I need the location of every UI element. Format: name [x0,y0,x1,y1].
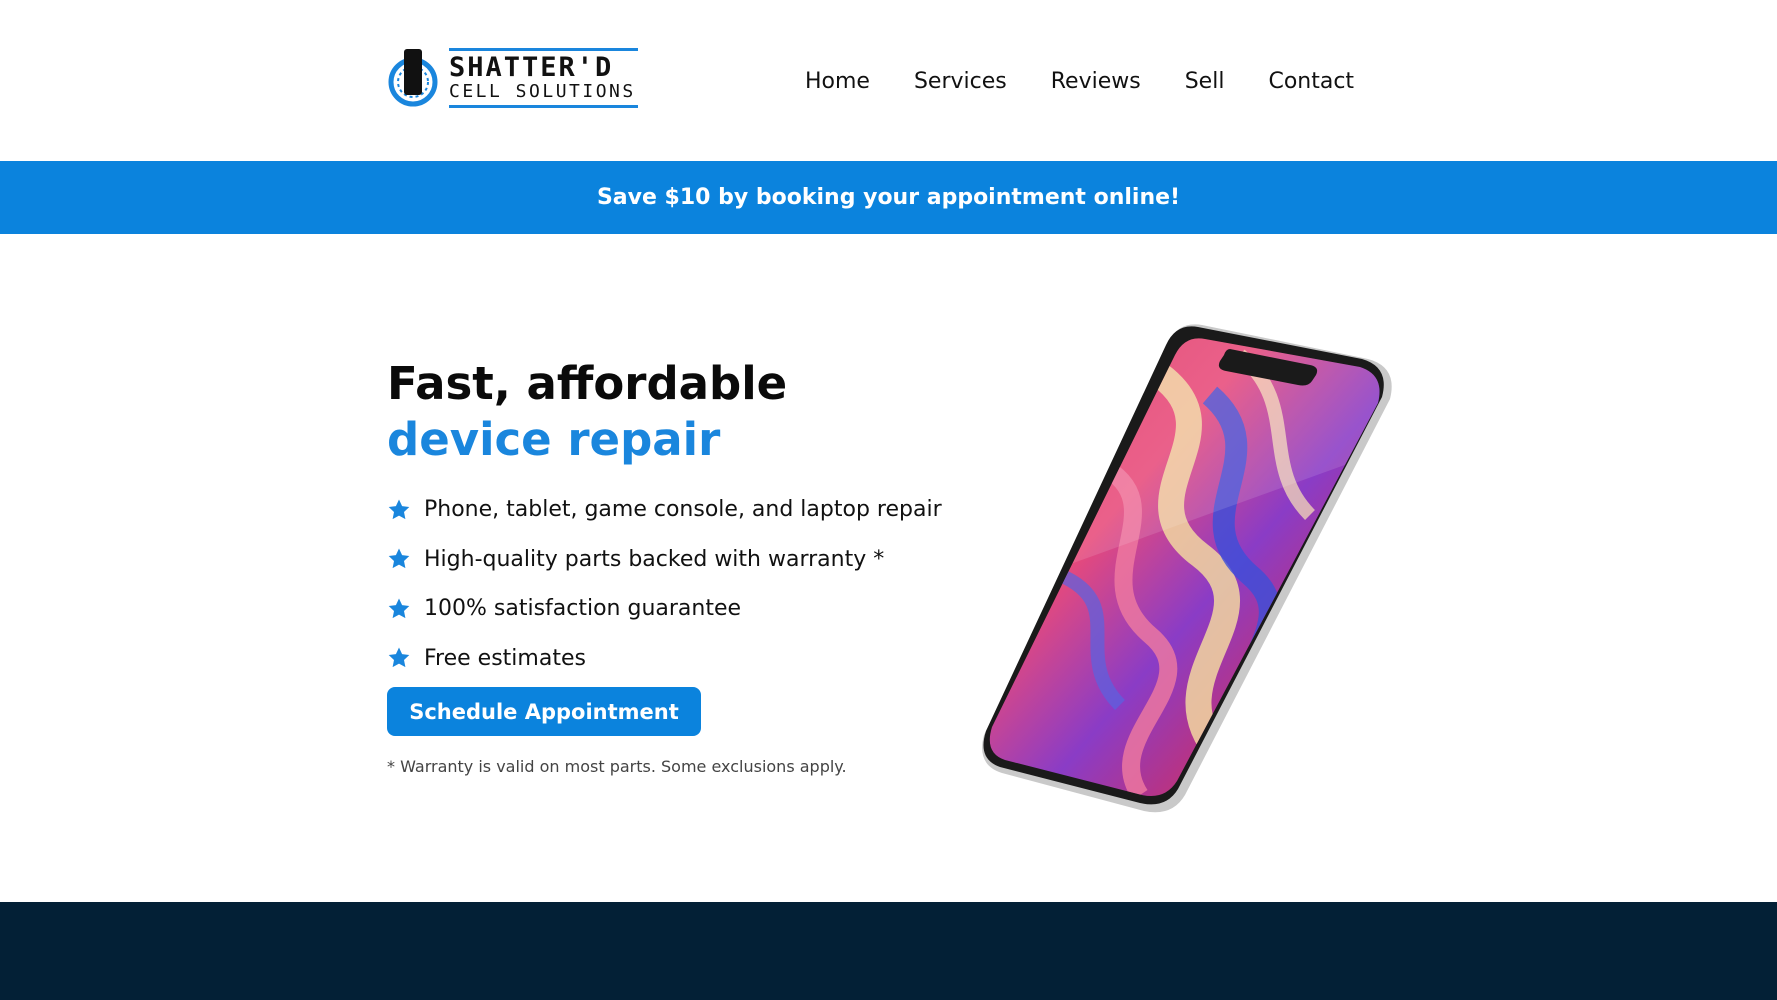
phone-illustration [980,315,1410,815]
nav-home[interactable]: Home [805,62,870,102]
hero-title-line2: device repair [387,413,721,466]
star-icon [388,548,410,569]
nav-sell[interactable]: Sell [1185,62,1225,102]
star-icon [388,598,410,618]
brand-name-line1: SHATTER'D [449,51,614,83]
brand-name-line2: CELL SOLUTIONS [449,80,636,102]
feature-text: Free estimates [424,645,586,671]
feature-text: High-quality parts backed with warranty … [424,546,885,572]
nav-contact[interactable]: Contact [1268,62,1354,102]
phone-logo-icon [387,46,439,110]
main-nav: Home Services Reviews Sell Contact [805,62,1354,102]
schedule-appointment-button[interactable]: Schedule Appointment [387,687,701,736]
warranty-disclaimer: * Warranty is valid on most parts. Some … [387,757,847,776]
site-header: SHATTER'D CELL SOLUTIONS Home Services R… [0,0,1777,161]
promo-banner: Save $10 by booking your appointment onl… [0,161,1777,234]
nav-services[interactable]: Services [914,62,1007,102]
feature-text: 100% satisfaction guarantee [424,596,742,622]
hero-title: Fast, affordable device repair [387,356,787,468]
list-item: Phone, tablet, game console, and laptop … [387,485,942,535]
footer-band [0,902,1777,1000]
nav-reviews[interactable]: Reviews [1051,62,1141,102]
hero-title-line1: Fast, affordable [387,357,788,410]
feature-list: Phone, tablet, game console, and laptop … [387,485,942,683]
star-icon [388,647,410,668]
brand-logo[interactable]: SHATTER'D CELL SOLUTIONS [387,45,697,110]
list-item: Free estimates [387,634,942,684]
list-item: High-quality parts backed with warranty … [387,535,942,585]
star-icon [388,499,410,519]
feature-text: Phone, tablet, game console, and laptop … [424,497,942,523]
list-item: 100% satisfaction guarantee [387,584,942,634]
promo-text: Save $10 by booking your appointment onl… [596,185,1181,210]
brand-wordmark: SHATTER'D CELL SOLUTIONS [449,47,638,108]
